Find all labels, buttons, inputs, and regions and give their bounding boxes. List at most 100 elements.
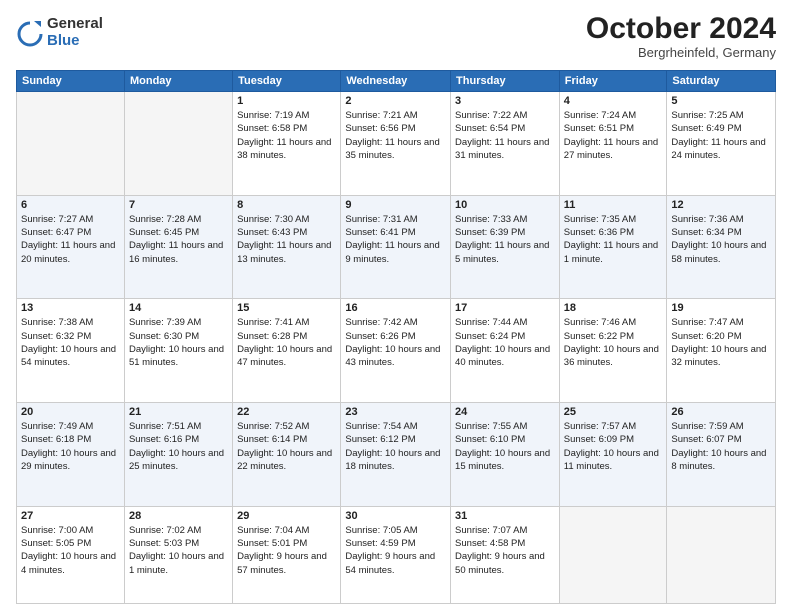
location: Bergrheinfeld, Germany (586, 45, 776, 60)
calendar-header-row: Sunday Monday Tuesday Wednesday Thursday… (17, 71, 776, 92)
table-row: 10Sunrise: 7:33 AM Sunset: 6:39 PM Dayli… (451, 195, 560, 299)
day-info: Sunrise: 7:33 AM Sunset: 6:39 PM Dayligh… (455, 213, 555, 266)
table-row: 14 Sunrise: 7:39 AM Sunset: 6:30 PM Dayli… (124, 299, 232, 403)
table-row: 29 Sunrise: 7:04 AM Sunset: 5:01 PM Dayli… (233, 506, 341, 603)
day-info: Sunrise: 7:24 AM Sunset: 6:51 PM Dayligh… (564, 109, 663, 162)
month-title: October 2024 (586, 12, 776, 45)
table-row: 23 Sunrise: 7:54 AM Sunset: 6:12 PM Dayli… (341, 403, 451, 507)
day-info: Sunrise: 7:54 AM Sunset: 6:12 PM Dayligh… (345, 420, 446, 473)
day-info: Sunrise: 7:36 AM Sunset: 6:34 PM Dayligh… (671, 213, 771, 266)
logo-icon (16, 19, 44, 47)
day-info: Sunrise: 7:49 AM Sunset: 6:18 PM Dayligh… (21, 420, 120, 473)
day-info: Sunrise: 7:27 AM Sunset: 6:47 PM Dayligh… (21, 213, 120, 266)
day-info: Sunrise: 7:41 AM Sunset: 6:28 PM Dayligh… (237, 316, 336, 369)
day-number: 21 (129, 406, 228, 418)
col-tuesday: Tuesday (233, 71, 341, 92)
table-row: 28Sunrise: 7:02 AM Sunset: 5:03 PM Dayli… (124, 506, 232, 603)
day-number: 30 (345, 510, 446, 522)
table-row: 1 Sunrise: 7:19 AM Sunset: 6:58 PM Daylig… (233, 92, 341, 196)
day-number: 9 (345, 199, 446, 211)
col-thursday: Thursday (451, 71, 560, 92)
day-number: 27 (21, 510, 120, 522)
calendar-table: Sunday Monday Tuesday Wednesday Thursday… (16, 70, 776, 604)
table-row (17, 92, 125, 196)
day-number: 22 (237, 406, 336, 418)
day-number: 3 (455, 95, 555, 107)
logo-general: General (47, 16, 103, 33)
day-info: Sunrise: 7:57 AM Sunset: 6:09 PM Dayligh… (564, 420, 663, 473)
day-number: 16 (345, 302, 446, 314)
day-number: 11 (564, 199, 663, 211)
table-row: 21 Sunrise: 7:51 AM Sunset: 6:16 PM Dayli… (124, 403, 232, 507)
day-number: 6 (21, 199, 120, 211)
day-number: 23 (345, 406, 446, 418)
day-info: Sunrise: 7:22 AM Sunset: 6:54 PM Dayligh… (455, 109, 555, 162)
day-number: 2 (345, 95, 446, 107)
table-row: 9 Sunrise: 7:31 AM Sunset: 6:41 PM Daylig… (341, 195, 451, 299)
day-number: 15 (237, 302, 336, 314)
table-row (559, 506, 667, 603)
col-monday: Monday (124, 71, 232, 92)
table-row: 11 Sunrise: 7:35 AM Sunset: 6:36 PM Dayli… (559, 195, 667, 299)
logo-text: General Blue (47, 16, 103, 49)
day-info: Sunrise: 7:51 AM Sunset: 6:16 PM Dayligh… (129, 420, 228, 473)
calendar-week-row: 27 Sunrise: 7:00 AM Sunset: 5:05 PM Dayli… (17, 506, 776, 603)
day-info: Sunrise: 7:05 AM Sunset: 4:59 PM Dayligh… (345, 524, 446, 577)
table-row: 4Sunrise: 7:24 AM Sunset: 6:51 PM Daylig… (559, 92, 667, 196)
day-info: Sunrise: 7:30 AM Sunset: 6:43 PM Dayligh… (237, 213, 336, 266)
day-info: Sunrise: 7:19 AM Sunset: 6:58 PM Dayligh… (237, 109, 336, 162)
day-number: 19 (671, 302, 771, 314)
day-info: Sunrise: 7:31 AM Sunset: 6:41 PM Dayligh… (345, 213, 446, 266)
table-row: 22 Sunrise: 7:52 AM Sunset: 6:14 PM Dayli… (233, 403, 341, 507)
day-number: 20 (21, 406, 120, 418)
day-number: 14 (129, 302, 228, 314)
logo: General Blue (16, 16, 103, 49)
day-number: 24 (455, 406, 555, 418)
table-row: 12Sunrise: 7:36 AM Sunset: 6:34 PM Dayli… (667, 195, 776, 299)
day-info: Sunrise: 7:52 AM Sunset: 6:14 PM Dayligh… (237, 420, 336, 473)
table-row: 30 Sunrise: 7:05 AM Sunset: 4:59 PM Dayli… (341, 506, 451, 603)
calendar-week-row: 20 Sunrise: 7:49 AM Sunset: 6:18 PM Dayli… (17, 403, 776, 507)
day-number: 31 (455, 510, 555, 522)
day-info: Sunrise: 7:38 AM Sunset: 6:32 PM Dayligh… (21, 316, 120, 369)
table-row: 13Sunrise: 7:38 AM Sunset: 6:32 PM Dayli… (17, 299, 125, 403)
logo-blue: Blue (47, 33, 103, 50)
day-number: 26 (671, 406, 771, 418)
header: General Blue October 2024 Bergrheinfeld,… (16, 12, 776, 60)
table-row: 17Sunrise: 7:44 AM Sunset: 6:24 PM Dayli… (451, 299, 560, 403)
table-row: 24 Sunrise: 7:55 AM Sunset: 6:10 PM Dayli… (451, 403, 560, 507)
table-row: 15 Sunrise: 7:41 AM Sunset: 6:28 PM Dayli… (233, 299, 341, 403)
col-saturday: Saturday (667, 71, 776, 92)
day-info: Sunrise: 7:25 AM Sunset: 6:49 PM Dayligh… (671, 109, 771, 162)
day-info: Sunrise: 7:02 AM Sunset: 5:03 PM Dayligh… (129, 524, 228, 577)
table-row: 6 Sunrise: 7:27 AM Sunset: 6:47 PM Daylig… (17, 195, 125, 299)
day-info: Sunrise: 7:07 AM Sunset: 4:58 PM Dayligh… (455, 524, 555, 577)
table-row: 3 Sunrise: 7:22 AM Sunset: 6:54 PM Daylig… (451, 92, 560, 196)
col-friday: Friday (559, 71, 667, 92)
day-number: 7 (129, 199, 228, 211)
day-info: Sunrise: 7:35 AM Sunset: 6:36 PM Dayligh… (564, 213, 663, 266)
table-row: 20 Sunrise: 7:49 AM Sunset: 6:18 PM Dayli… (17, 403, 125, 507)
day-number: 29 (237, 510, 336, 522)
table-row: 16 Sunrise: 7:42 AM Sunset: 6:26 PM Dayli… (341, 299, 451, 403)
table-row: 25 Sunrise: 7:57 AM Sunset: 6:09 PM Dayli… (559, 403, 667, 507)
table-row: 19Sunrise: 7:47 AM Sunset: 6:20 PM Dayli… (667, 299, 776, 403)
day-info: Sunrise: 7:21 AM Sunset: 6:56 PM Dayligh… (345, 109, 446, 162)
day-info: Sunrise: 7:00 AM Sunset: 5:05 PM Dayligh… (21, 524, 120, 577)
table-row: 5 Sunrise: 7:25 AM Sunset: 6:49 PM Daylig… (667, 92, 776, 196)
day-number: 1 (237, 95, 336, 107)
day-number: 5 (671, 95, 771, 107)
title-block: October 2024 Bergrheinfeld, Germany (586, 12, 776, 60)
day-info: Sunrise: 7:42 AM Sunset: 6:26 PM Dayligh… (345, 316, 446, 369)
calendar-week-row: 1 Sunrise: 7:19 AM Sunset: 6:58 PM Daylig… (17, 92, 776, 196)
day-number: 25 (564, 406, 663, 418)
calendar-week-row: 13Sunrise: 7:38 AM Sunset: 6:32 PM Dayli… (17, 299, 776, 403)
table-row (124, 92, 232, 196)
col-wednesday: Wednesday (341, 71, 451, 92)
day-info: Sunrise: 7:04 AM Sunset: 5:01 PM Dayligh… (237, 524, 336, 577)
day-info: Sunrise: 7:39 AM Sunset: 6:30 PM Dayligh… (129, 316, 228, 369)
table-row: 7 Sunrise: 7:28 AM Sunset: 6:45 PM Daylig… (124, 195, 232, 299)
day-info: Sunrise: 7:28 AM Sunset: 6:45 PM Dayligh… (129, 213, 228, 266)
day-number: 18 (564, 302, 663, 314)
day-info: Sunrise: 7:55 AM Sunset: 6:10 PM Dayligh… (455, 420, 555, 473)
